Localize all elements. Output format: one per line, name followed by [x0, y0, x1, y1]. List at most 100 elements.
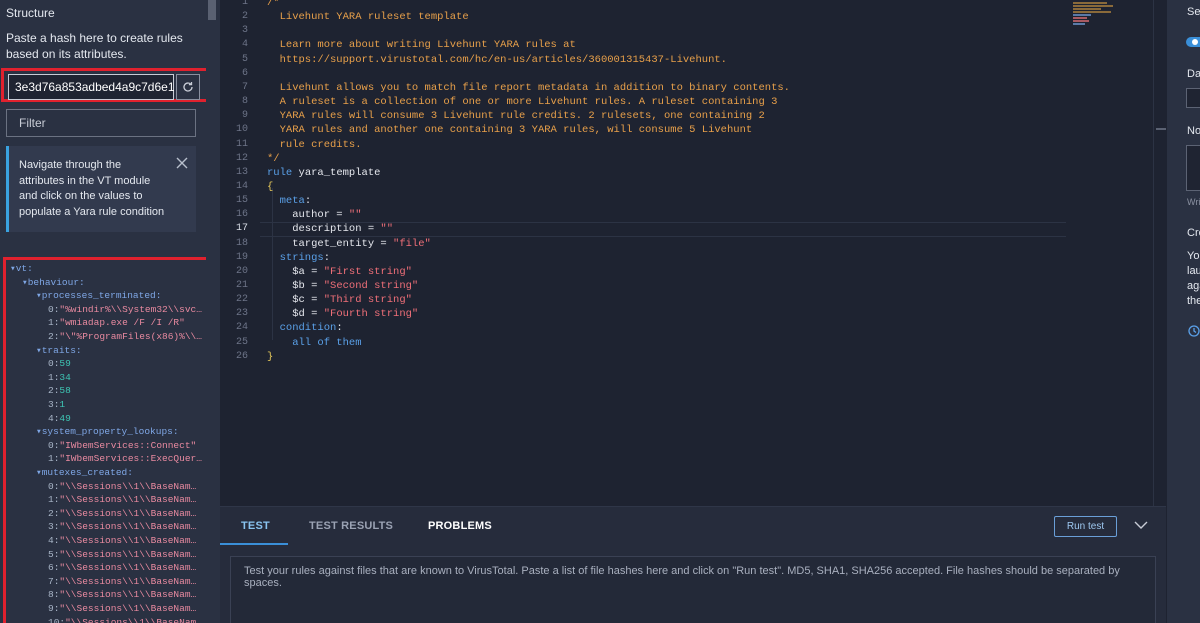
hash-list-textarea[interactable]: Test your rules against files that are k…: [230, 556, 1156, 623]
code-line[interactable]: author = "": [267, 208, 361, 222]
tree-node-value[interactable]: ▾vt:: [10, 263, 33, 274]
code-line[interactable]: Learn more about writing Livehunt YARA r…: [267, 38, 576, 52]
tree-node[interactable]: 4:"\\Sessions\\1\\BaseNam…: [48, 534, 196, 548]
code-line[interactable]: condition:: [267, 321, 343, 335]
tree-node-value[interactable]: "\\Sessions\\1\\BaseNam…: [59, 576, 196, 587]
code-line[interactable]: $b = "Second string": [267, 279, 418, 293]
tree-node[interactable]: 4:49: [48, 412, 71, 426]
tree-node[interactable]: 8:"\\Sessions\\1\\BaseNam…: [48, 588, 196, 602]
tree-node[interactable]: ▾system_property_lookups:: [36, 425, 179, 439]
code-line[interactable]: A ruleset is a collection of one or more…: [267, 95, 778, 109]
structure-scrollbar[interactable]: [206, 0, 218, 623]
tree-node-value[interactable]: "\\Sessions\\1\\BaseNam…: [59, 481, 196, 492]
code-line[interactable]: meta:: [267, 194, 312, 208]
code-line[interactable]: target_entity = "file": [267, 237, 431, 251]
code-line[interactable]: $d = "Fourth string": [267, 307, 418, 321]
run-test-button[interactable]: Run test: [1054, 516, 1117, 537]
tree-node-value[interactable]: "\\Sessions\\1\\BaseNam…: [59, 508, 196, 519]
tree-node-value[interactable]: ▾mutexes_created:: [36, 467, 133, 478]
code-line[interactable]: $c = "Third string": [267, 293, 412, 307]
code-line[interactable]: YARA rules and another one containing 3 …: [267, 123, 753, 137]
code-line[interactable]: $a = "First string": [267, 265, 412, 279]
code-line[interactable]: YARA rules will consume 3 Livehunt rule …: [267, 109, 765, 123]
tip-text: Navigate through the attributes in the V…: [19, 159, 165, 218]
code-line[interactable]: }: [267, 350, 273, 364]
tree-node[interactable]: 9:"\\Sessions\\1\\BaseNam…: [48, 602, 196, 616]
tree-node-value[interactable]: "\\Sessions\\1\\BaseNam…: [59, 521, 196, 532]
filter-input[interactable]: Filter: [6, 109, 196, 137]
code-line[interactable]: strings:: [267, 251, 330, 265]
history-icon[interactable]: [1187, 324, 1200, 338]
tree-node-value[interactable]: ▾system_property_lookups:: [36, 426, 179, 437]
code-editor[interactable]: 1 2 3 4 5 6 7 8 9 10 11 12 13 14 15 16 17 18 19 20 21 22 23 24 2…: [220, 0, 1166, 506]
tree-node-value[interactable]: 49: [59, 413, 70, 424]
tree-node[interactable]: 0:"\\Sessions\\1\\BaseNam…: [48, 480, 196, 494]
tree-node[interactable]: 2:58: [48, 384, 71, 398]
tree-node[interactable]: 2:"\"%ProgramFiles(x86)%\\…: [48, 330, 202, 344]
date-input[interactable]: [1186, 88, 1200, 108]
tree-node-value[interactable]: "IWbemServices::Connect": [59, 440, 196, 451]
tree-node-value[interactable]: "%windir%\\System32\\svc…: [59, 304, 202, 315]
code-line[interactable]: Livehunt YARA ruleset template: [267, 10, 469, 24]
tree-node-value[interactable]: "wmiadap.exe /F /I /R": [59, 317, 184, 328]
tree-node-value[interactable]: "IWbemServices::ExecQuer…: [59, 453, 202, 464]
tree-node[interactable]: 1:"wmiadap.exe /F /I /R": [48, 316, 185, 330]
tree-node[interactable]: 2:"\\Sessions\\1\\BaseNam…: [48, 507, 196, 521]
tree-node[interactable]: ▾traits:: [36, 344, 82, 358]
tree-node[interactable]: 7:"\\Sessions\\1\\BaseNam…: [48, 575, 196, 589]
tree-node[interactable]: 6:"\\Sessions\\1\\BaseNam…: [48, 561, 196, 575]
code-line[interactable]: Livehunt allows you to match file report…: [267, 81, 790, 95]
tree-node[interactable]: ▾behaviour:: [22, 276, 85, 290]
tree-node-value[interactable]: 58: [59, 385, 70, 396]
tree-node-value[interactable]: 59: [59, 358, 70, 369]
structure-scroll-thumb[interactable]: [208, 0, 216, 20]
tree-node-value[interactable]: "\\Sessions\\1\\BaseNam…: [59, 494, 196, 505]
line-number: 4: [241, 39, 248, 51]
code-line[interactable]: {: [267, 180, 273, 194]
tree-node[interactable]: 10:"\\Sessions\\1\\BaseNam…: [48, 616, 202, 623]
hash-input[interactable]: 3e3d76a853adbed4a9c7d6e1: [8, 74, 175, 100]
tree-node-value[interactable]: "\\Sessions\\1\\BaseNam…: [59, 535, 196, 546]
tab-test[interactable]: TEST: [241, 520, 270, 532]
code-line[interactable]: rule yara_template: [267, 166, 380, 180]
tree-node[interactable]: ▾vt:: [10, 262, 33, 276]
tree-node-value[interactable]: ▾behaviour:: [22, 277, 85, 288]
tab-test-results[interactable]: TEST RESULTS: [309, 520, 393, 532]
tree-node-value[interactable]: 34: [59, 372, 70, 383]
editor-scrollbar[interactable]: [1153, 0, 1166, 506]
tree-node-value[interactable]: ▾processes_terminated:: [36, 290, 161, 301]
tree-node[interactable]: ▾mutexes_created:: [36, 466, 133, 480]
close-icon[interactable]: [175, 156, 189, 170]
tree-node-value[interactable]: ▾traits:: [36, 345, 82, 356]
tree-node-value[interactable]: "\\Sessions\\1\\BaseNam…: [59, 603, 196, 614]
tree-node[interactable]: 3:"\\Sessions\\1\\BaseNam…: [48, 520, 196, 534]
code-line[interactable]: description = "": [267, 222, 393, 236]
minimap[interactable]: [1073, 2, 1119, 34]
tree-node[interactable]: 0:59: [48, 357, 71, 371]
tree-node-value[interactable]: "\\Sessions\\1\\BaseNam…: [65, 617, 202, 623]
code-line[interactable]: */: [267, 152, 280, 166]
code-line[interactable]: /*: [267, 0, 280, 10]
code-line[interactable]: https://support.virustotal.com/hc/en-us/…: [267, 53, 727, 67]
code-line[interactable]: all of them: [267, 336, 361, 350]
chevron-down-icon[interactable]: [1134, 520, 1148, 530]
tree-node-value[interactable]: "\"%ProgramFiles(x86)%\\…: [59, 331, 202, 342]
tree-node[interactable]: ▾processes_terminated:: [36, 289, 161, 303]
notes-textarea[interactable]: [1186, 145, 1200, 191]
tree-node-value[interactable]: "\\Sessions\\1\\BaseNam…: [59, 549, 196, 560]
tree-node[interactable]: 1:34: [48, 371, 71, 385]
code-token: {: [267, 180, 274, 193]
active-toggle[interactable]: [1186, 37, 1200, 47]
tree-node[interactable]: 1:"IWbemServices::ExecQuer…: [48, 452, 202, 466]
code-line[interactable]: rule credits.: [267, 138, 362, 152]
tree-node-value[interactable]: 1: [59, 399, 65, 410]
refresh-button[interactable]: [176, 74, 200, 100]
tree-node[interactable]: 5:"\\Sessions\\1\\BaseNam…: [48, 548, 196, 562]
tree-node[interactable]: 0:"IWbemServices::Connect": [48, 439, 196, 453]
tree-node-value[interactable]: "\\Sessions\\1\\BaseNam…: [59, 562, 196, 573]
tree-node[interactable]: 0:"%windir%\\System32\\svc…: [48, 303, 202, 317]
tree-node[interactable]: 3:1: [48, 398, 65, 412]
tree-node-value[interactable]: "\\Sessions\\1\\BaseNam…: [59, 589, 196, 600]
tab-problems[interactable]: PROBLEMS: [428, 520, 492, 532]
tree-node[interactable]: 1:"\\Sessions\\1\\BaseNam…: [48, 493, 196, 507]
